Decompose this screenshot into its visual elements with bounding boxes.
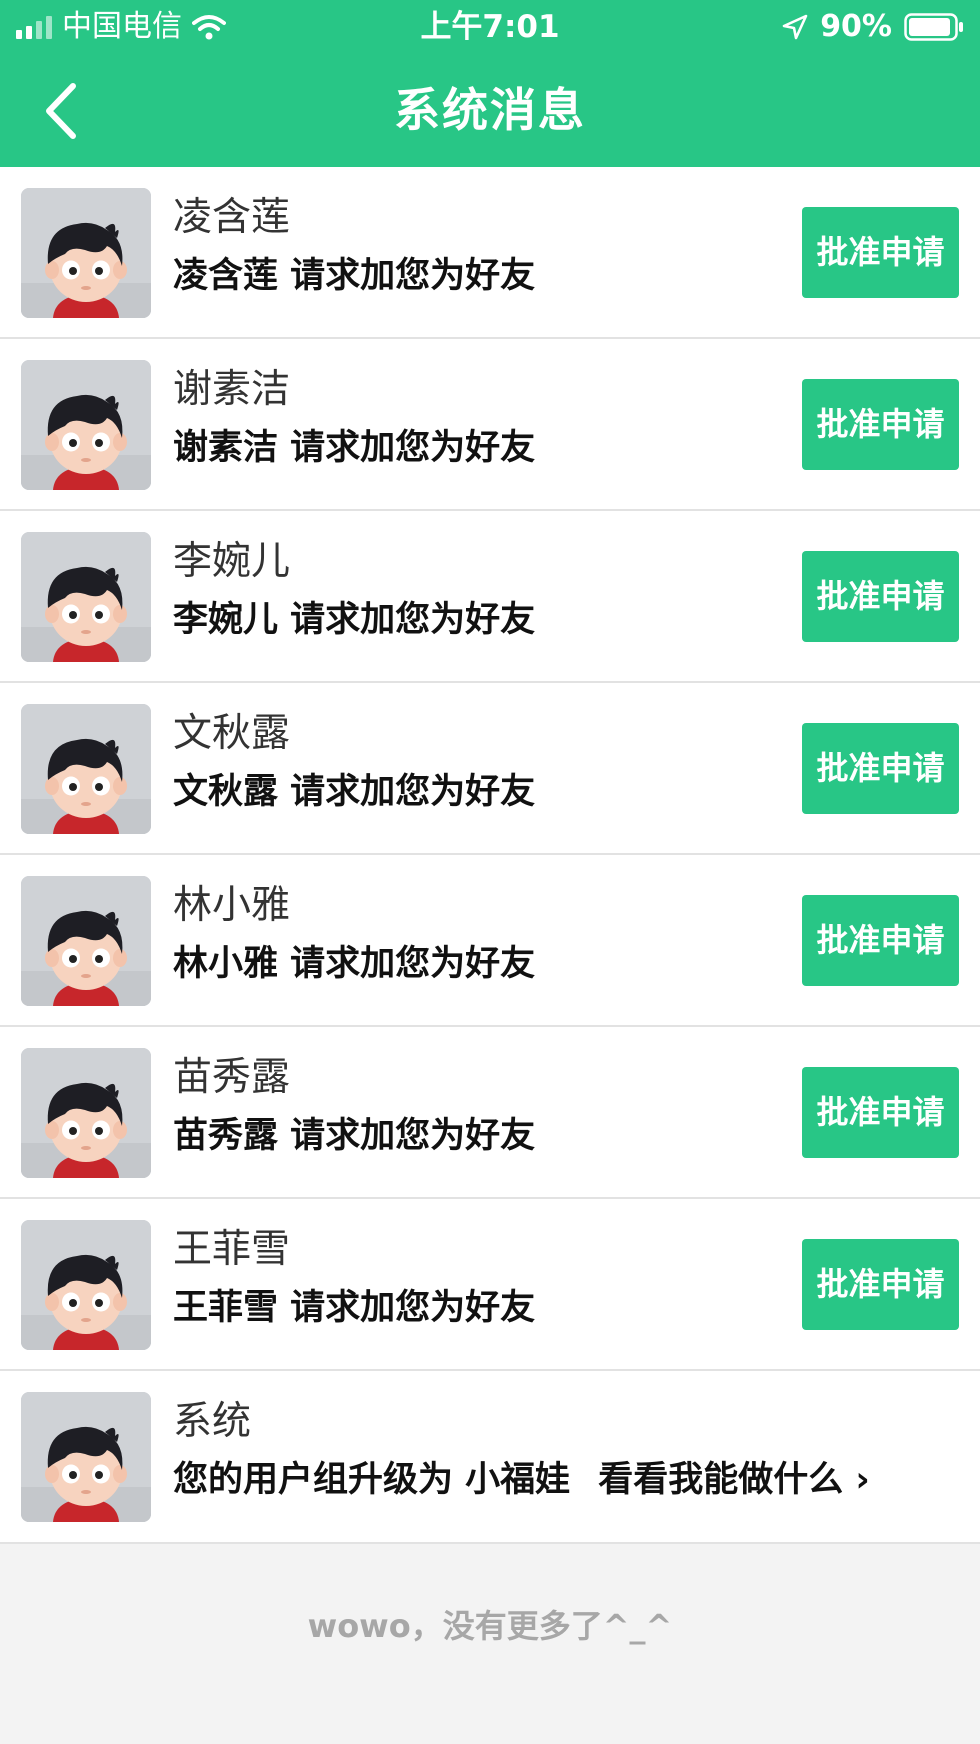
avatar[interactable] [21,876,151,1006]
message-text: 苗秀露 请求加您为好友 [173,1116,536,1156]
avatar-boy-icon [21,1220,151,1350]
avatar-boy-icon [21,360,151,490]
message-text: 文秋露 请求加您为好友 [173,772,536,812]
sender-name: 李婉儿 [173,539,291,584]
list-item[interactable]: 谢素洁 谢素洁 请求加您为好友 批准申请 [0,339,980,511]
list-item[interactable]: 王菲雪 王菲雪 请求加您为好友 批准申请 [0,1199,980,1371]
what-can-i-do-link[interactable]: 看看我能做什么 › [598,1460,870,1500]
battery-icon [904,13,963,41]
sender-name: 凌含莲 [173,195,291,240]
sender-name: 苗秀露 [173,1055,291,1100]
avatar-boy-icon [21,532,151,662]
avatar[interactable] [21,1220,151,1350]
approve-request-button[interactable]: 批准申请 [802,895,959,986]
system-message-item[interactable]: 系统 您的用户组升级为 小福娃 看看我能做什么 › [0,1371,980,1544]
approve-request-button[interactable]: 批准申请 [802,1067,959,1158]
status-bar: 中国电信 上午7:01 90% [0,0,980,54]
list-item[interactable]: 文秋露 文秋露 请求加您为好友 批准申请 [0,683,980,855]
status-right: 90% [782,8,964,46]
nav-bar: 系统消息 [0,54,980,167]
message-list: 凌含莲 凌含莲 请求加您为好友 批准申请 谢素洁 谢素洁 请求加您为好友 批准申… [0,167,980,1544]
approve-request-button[interactable]: 批准申请 [802,379,959,470]
message-text: 您的用户组升级为 小福娃 看看我能做什么 › [173,1457,870,1503]
avatar-boy-icon [21,188,151,318]
battery-percent: 90% [820,9,892,44]
screen: 中国电信 上午7:01 90% 系统消息 凌含莲 凌含莲 请求加您为好友 批准申… [0,0,980,1744]
avatar-boy-icon [21,876,151,1006]
approve-request-button[interactable]: 批准申请 [802,551,959,642]
avatar[interactable] [21,1392,151,1522]
avatar[interactable] [21,360,151,490]
avatar-boy-icon [21,1048,151,1178]
sender-name: 谢素洁 [173,367,291,412]
message-text: 谢素洁 请求加您为好友 [173,428,536,468]
approve-request-button[interactable]: 批准申请 [802,207,959,298]
list-item[interactable]: 林小雅 林小雅 请求加您为好友 批准申请 [0,855,980,1027]
location-arrow-icon [782,14,808,40]
list-item[interactable]: 苗秀露 苗秀露 请求加您为好友 批准申请 [0,1027,980,1199]
no-more-text: wowo，没有更多了^_^ [307,1607,673,1645]
avatar[interactable] [21,1048,151,1178]
sender-name: 林小雅 [173,883,291,928]
avatar[interactable] [21,704,151,834]
list-item[interactable]: 凌含莲 凌含莲 请求加您为好友 批准申请 [0,167,980,339]
avatar-boy-icon [21,704,151,834]
avatar-boy-icon [21,1392,151,1522]
message-text: 凌含莲 请求加您为好友 [173,256,536,296]
approve-request-button[interactable]: 批准申请 [802,723,959,814]
page-title: 系统消息 [394,83,586,137]
system-message-text: 您的用户组升级为 小福娃 [173,1460,571,1500]
message-text: 林小雅 请求加您为好友 [173,944,536,984]
approve-request-button[interactable]: 批准申请 [802,1239,959,1330]
avatar[interactable] [21,532,151,662]
sender-name: 王菲雪 [173,1227,291,1272]
list-item[interactable]: 李婉儿 李婉儿 请求加您为好友 批准申请 [0,511,980,683]
message-text: 李婉儿 请求加您为好友 [173,600,536,640]
sender-name: 文秋露 [173,711,291,756]
sender-name: 系统 [173,1399,252,1444]
message-text: 王菲雪 请求加您为好友 [173,1288,536,1328]
header: 中国电信 上午7:01 90% 系统消息 [0,0,980,167]
avatar[interactable] [21,188,151,318]
